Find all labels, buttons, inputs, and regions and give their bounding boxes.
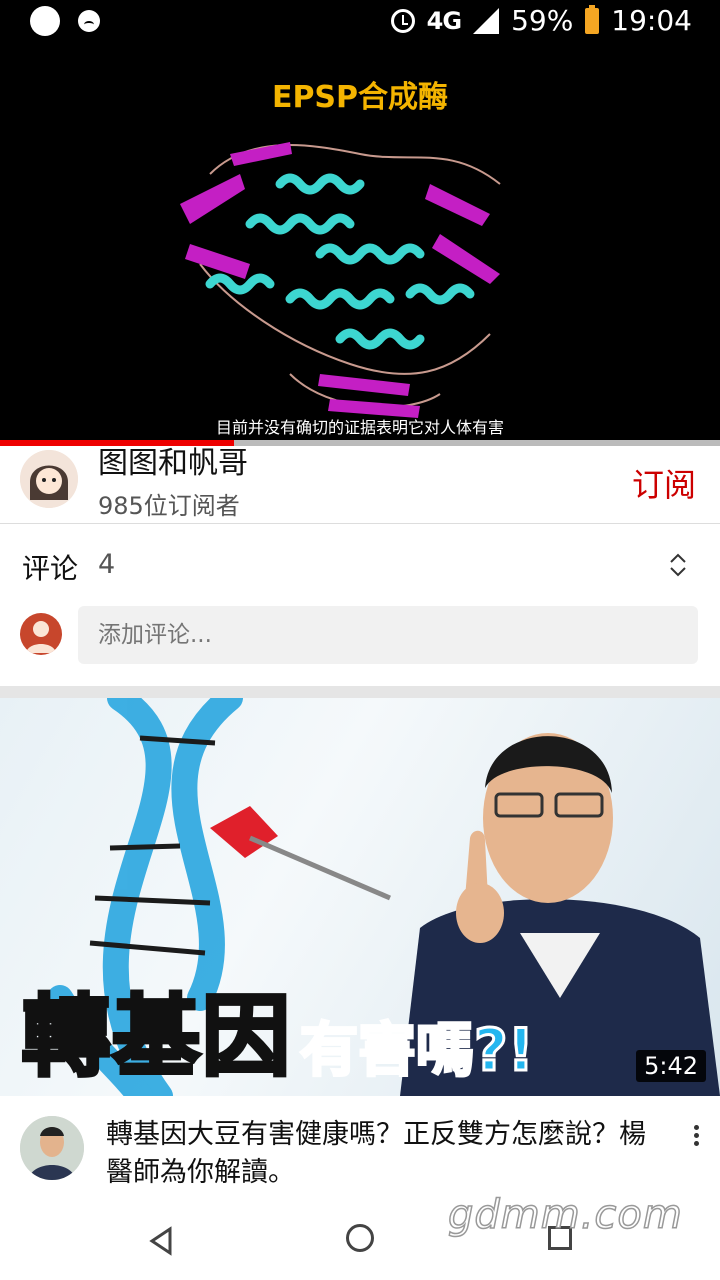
thumbnail-caption-sub: 有害嗎?! [299,1015,536,1086]
watermark: gdmm.com [447,1191,683,1239]
add-comment-input[interactable] [78,606,698,664]
circle-icon [30,6,60,36]
thumbnail-caption-main: 轉基因 [20,983,293,1090]
signal-icon [473,7,500,34]
recommended-video-meta[interactable]: 轉基因大豆有害健康嗎？正反雙方怎麼說？楊醫師為你解讀。 [0,1096,720,1206]
video-player[interactable]: EPSP合成酶 目前并没有确切的证据表明它对人体有害 [0,44,720,444]
face-icon [78,10,100,32]
video-title-overlay: EPSP合成酶 [271,80,449,115]
network-label: 4G [426,6,462,35]
video-subtitle: 目前并没有确切的证据表明它对人体有害 [215,418,504,437]
clock: 19:04 [611,4,692,37]
status-bar: 4G 59% 19:04 [0,0,720,44]
subscribe-button[interactable]: 订阅 [632,460,696,506]
battery-text: 59% [511,4,574,37]
recommended-video-thumbnail[interactable]: 轉基因 有害嗎?! 5:42 [0,698,720,1096]
comments-count: 4 [98,549,116,580]
home-icon[interactable] [346,1224,374,1252]
subscriber-count: 985位订阅者 [98,492,240,520]
channel-name[interactable]: 图图和帆哥 [98,446,248,482]
uploader-avatar[interactable] [20,1116,84,1180]
thumbnail-caption: 轉基因 有害嗎?! [20,966,536,1093]
expand-collapse-icon[interactable] [668,551,688,579]
user-avatar [20,613,62,655]
more-options-icon[interactable] [686,1122,706,1152]
channel-avatar[interactable] [20,450,78,508]
comments-label: 评论 [22,552,79,585]
video-duration-badge: 5:42 [636,1050,706,1082]
comments-section: 评论 4 [0,525,720,685]
back-icon[interactable] [148,1226,174,1256]
alarm-icon [390,8,415,33]
section-divider [0,686,720,698]
protein-structure-image [180,142,501,418]
channel-row[interactable]: 图图和帆哥 985位订阅者 订阅 [0,446,720,524]
recommended-video-title[interactable]: 轉基因大豆有害健康嗎？正反雙方怎麼說？楊醫師為你解讀。 [106,1116,666,1192]
battery-icon [585,4,600,34]
